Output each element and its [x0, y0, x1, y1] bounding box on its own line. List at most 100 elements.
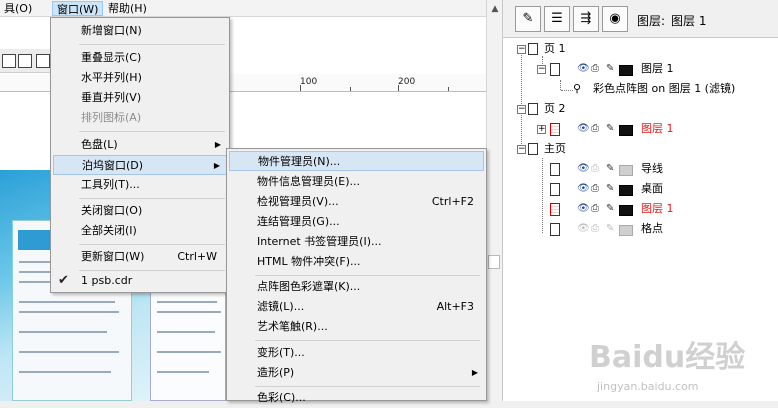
- menu-separator: [79, 198, 225, 199]
- collapse-master-icon[interactable]: −: [517, 145, 526, 154]
- menu-item-link-manager[interactable]: 连结管理员(G)...: [229, 212, 484, 232]
- menu-item-label: 垂直并列(V): [81, 91, 142, 104]
- menu-window[interactable]: 窗口(W): [52, 1, 104, 16]
- hidden-eye-icon[interactable]: 👁: [577, 223, 590, 234]
- watermark-brand: Baidu经验: [589, 340, 746, 375]
- tree-page1-layer1[interactable]: 图层 1: [641, 60, 674, 78]
- menu-item-shaping[interactable]: 造形(P) ▶: [229, 363, 484, 383]
- menu-item-label: 色盘(L): [81, 138, 118, 151]
- collapse-page1-icon[interactable]: −: [517, 45, 526, 54]
- menu-item-dockers[interactable]: 泊坞窗口(D) ▶: [53, 155, 227, 175]
- tree-page-2[interactable]: 页 2: [544, 100, 566, 118]
- menu-item-label: 滤镜(L)...: [257, 300, 305, 313]
- layer-color-swatch[interactable]: [619, 185, 633, 196]
- tree-master-desktop[interactable]: 桌面: [641, 180, 663, 198]
- menu-item-label: 排列图标(A): [81, 111, 142, 124]
- menu-item-close-window[interactable]: 关闭窗口(O): [53, 201, 227, 221]
- canvas-page-right: [150, 290, 226, 401]
- frame-icon[interactable]: [18, 54, 32, 68]
- menu-item-label: 泊坞窗口(D): [82, 159, 144, 172]
- menu-item-transform[interactable]: 变形(T)...: [229, 343, 484, 363]
- menu-item-color[interactable]: 色彩(C)...: [229, 388, 484, 408]
- collapse-layer-icon[interactable]: −: [537, 65, 546, 74]
- tree-page-1[interactable]: 页 1: [544, 40, 566, 58]
- printer-icon[interactable]: ⎙: [591, 203, 599, 214]
- menu-item-html-conflicts[interactable]: HTML 物件冲突(F)...: [229, 252, 484, 272]
- collapse-page2-icon[interactable]: −: [517, 105, 526, 114]
- menu-item-cascade[interactable]: 重叠显示(C): [53, 48, 227, 68]
- text-line: [157, 371, 209, 373]
- menu-item-toolbars[interactable]: 工具列(T)...: [53, 175, 227, 195]
- ruler-tick: [448, 87, 449, 91]
- menu-item-object-manager[interactable]: 物件管理员(N)...: [229, 151, 484, 171]
- options-icon[interactable]: [36, 54, 50, 68]
- layer-manager-view-icon[interactable]: ◉: [602, 6, 628, 32]
- printer-icon[interactable]: ⎙: [591, 123, 599, 134]
- menu-separator: [79, 44, 225, 45]
- menu-item-view-manager[interactable]: 检视管理员(V)... Ctrl+F2: [229, 192, 484, 212]
- printer-icon[interactable]: ⎙: [591, 223, 599, 234]
- menu-item-lens[interactable]: 滤镜(L)... Alt+F3: [229, 297, 484, 317]
- preview-icon[interactable]: [2, 54, 16, 68]
- visible-eye-icon[interactable]: 👁: [577, 163, 590, 174]
- edit-pencil-icon[interactable]: ✎: [606, 63, 614, 74]
- edit-pencil-icon[interactable]: ✎: [606, 183, 614, 194]
- desktop-layer-icon: [550, 183, 560, 196]
- menu-item-close-all[interactable]: 全部关闭(I): [53, 221, 227, 241]
- menu-item-label: HTML 物件冲突(F)...: [257, 255, 361, 268]
- visible-eye-icon[interactable]: 👁: [577, 183, 590, 194]
- page-icon: [528, 43, 538, 55]
- layer-list-icon[interactable]: ☰: [544, 6, 570, 32]
- menu-item-new-window[interactable]: 新增窗口(N): [53, 21, 227, 41]
- checkmark-icon: ✔: [58, 273, 69, 288]
- visible-eye-icon[interactable]: 👁: [577, 123, 590, 134]
- menu-item-label: 工具列(T)...: [81, 178, 140, 191]
- scroll-up-icon[interactable]: ▲: [489, 3, 501, 15]
- ruler-tick: [350, 87, 351, 91]
- tree-bitmap-lens[interactable]: 彩色点阵图 on 图层 1 (滤镜): [593, 80, 735, 98]
- menu-item-refresh-window[interactable]: 更新窗口(W) Ctrl+W: [53, 247, 227, 267]
- visible-eye-icon[interactable]: 👁: [577, 63, 590, 74]
- edit-pencil-icon[interactable]: ✎: [606, 223, 614, 234]
- menu-item-doc-psb[interactable]: ✔ 1 psb.cdr: [53, 271, 227, 291]
- printer-icon[interactable]: ⎙: [591, 183, 599, 194]
- menu-help[interactable]: 帮助(H): [104, 1, 151, 16]
- show-properties-icon[interactable]: ✎: [515, 6, 541, 32]
- vertical-scrollbar[interactable]: ▲: [486, 0, 502, 401]
- edit-pencil-icon[interactable]: ✎: [606, 203, 614, 214]
- watermark-url: jingyan.baidu.com: [597, 380, 699, 393]
- layer-color-swatch[interactable]: [619, 205, 633, 216]
- menu-item-color-palettes[interactable]: 色盘(L) ▶: [53, 135, 227, 155]
- menu-item-artistic-media[interactable]: 艺术笔触(R)...: [229, 317, 484, 337]
- submenu-arrow-icon: ▶: [213, 161, 220, 170]
- menu-item-label: Internet 书签管理员(I)...: [257, 235, 382, 248]
- menu-item-bookmark-manager[interactable]: Internet 书签管理员(I)...: [229, 232, 484, 252]
- menu-item-bitmap-color-mask[interactable]: 点阵图色彩遮罩(K)...: [229, 277, 484, 297]
- layer-color-swatch[interactable]: [619, 125, 633, 136]
- tree-master-grid[interactable]: 格点: [641, 220, 663, 238]
- printer-icon[interactable]: ⎙: [591, 163, 599, 174]
- menu-item-label: 全部关闭(I): [81, 224, 137, 237]
- menu-item-label: 造形(P): [257, 366, 295, 379]
- tree-master-guides[interactable]: 导线: [641, 160, 663, 178]
- edit-pencil-icon[interactable]: ✎: [606, 163, 614, 174]
- edit-across-layers-icon[interactable]: ⇶: [573, 6, 599, 32]
- layer-color-swatch[interactable]: [619, 65, 633, 76]
- scrollbar-thumb[interactable]: [488, 255, 500, 269]
- printer-icon[interactable]: ⎙: [591, 63, 599, 74]
- tree-master-layer1[interactable]: 图层 1: [641, 200, 674, 218]
- visible-eye-icon[interactable]: 👁: [577, 203, 590, 214]
- tree-master-page[interactable]: 主页: [544, 140, 566, 158]
- menu-item-tile-horizontal[interactable]: 水平并列(H): [53, 68, 227, 88]
- expand-layer-icon[interactable]: +: [537, 125, 546, 134]
- layer-color-swatch[interactable]: [619, 165, 633, 176]
- tree-page2-layer1[interactable]: 图层 1: [641, 120, 674, 138]
- menu-item-label: 关闭窗口(O): [81, 204, 143, 217]
- menu-item-object-data-manager[interactable]: 物件信息管理员(E)...: [229, 172, 484, 192]
- panel-toolbar: ✎ ☰ ⇶ ◉ 图层: 图层 1: [503, 0, 778, 38]
- menu-item-tile-vertical[interactable]: 垂直并列(V): [53, 88, 227, 108]
- edit-pencil-icon[interactable]: ✎: [606, 123, 614, 134]
- menu-tools[interactable]: 具(O): [0, 1, 36, 16]
- menu-item-label: 艺术笔触(R)...: [257, 320, 328, 333]
- layer-color-swatch[interactable]: [619, 225, 633, 236]
